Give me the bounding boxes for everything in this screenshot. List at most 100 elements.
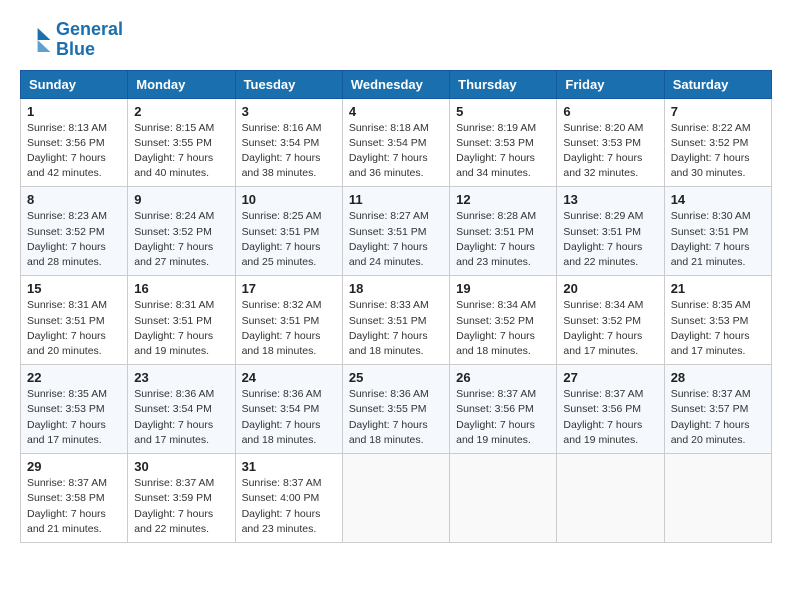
day-number: 18 [349, 281, 443, 296]
calendar-cell: 17 Sunrise: 8:32 AM Sunset: 3:51 PM Dayl… [235, 276, 342, 365]
logo: General Blue [20, 20, 123, 60]
day-number: 14 [671, 192, 765, 207]
calendar-cell: 2 Sunrise: 8:15 AM Sunset: 3:55 PM Dayli… [128, 98, 235, 187]
day-number: 20 [563, 281, 657, 296]
calendar-cell: 9 Sunrise: 8:24 AM Sunset: 3:52 PM Dayli… [128, 187, 235, 276]
day-info: Sunrise: 8:36 AM Sunset: 3:54 PM Dayligh… [134, 387, 228, 448]
calendar-cell: 31 Sunrise: 8:37 AM Sunset: 4:00 PM Dayl… [235, 454, 342, 543]
calendar-cell: 16 Sunrise: 8:31 AM Sunset: 3:51 PM Dayl… [128, 276, 235, 365]
logo-text: General Blue [56, 20, 123, 60]
day-info: Sunrise: 8:36 AM Sunset: 3:54 PM Dayligh… [242, 387, 336, 448]
day-number: 10 [242, 192, 336, 207]
calendar-cell: 25 Sunrise: 8:36 AM Sunset: 3:55 PM Dayl… [342, 365, 449, 454]
day-number: 3 [242, 104, 336, 119]
calendar-week-row: 15 Sunrise: 8:31 AM Sunset: 3:51 PM Dayl… [21, 276, 772, 365]
calendar-cell: 12 Sunrise: 8:28 AM Sunset: 3:51 PM Dayl… [450, 187, 557, 276]
calendar-cell: 6 Sunrise: 8:20 AM Sunset: 3:53 PM Dayli… [557, 98, 664, 187]
day-number: 29 [27, 459, 121, 474]
day-info: Sunrise: 8:37 AM Sunset: 3:58 PM Dayligh… [27, 476, 121, 537]
day-number: 27 [563, 370, 657, 385]
calendar-week-row: 8 Sunrise: 8:23 AM Sunset: 3:52 PM Dayli… [21, 187, 772, 276]
calendar-cell: 26 Sunrise: 8:37 AM Sunset: 3:56 PM Dayl… [450, 365, 557, 454]
day-info: Sunrise: 8:37 AM Sunset: 3:59 PM Dayligh… [134, 476, 228, 537]
day-info: Sunrise: 8:20 AM Sunset: 3:53 PM Dayligh… [563, 121, 657, 182]
day-info: Sunrise: 8:16 AM Sunset: 3:54 PM Dayligh… [242, 121, 336, 182]
calendar-cell: 29 Sunrise: 8:37 AM Sunset: 3:58 PM Dayl… [21, 454, 128, 543]
day-info: Sunrise: 8:29 AM Sunset: 3:51 PM Dayligh… [563, 209, 657, 270]
weekday-header: Saturday [664, 70, 771, 98]
calendar-cell: 7 Sunrise: 8:22 AM Sunset: 3:52 PM Dayli… [664, 98, 771, 187]
day-number: 8 [27, 192, 121, 207]
day-info: Sunrise: 8:34 AM Sunset: 3:52 PM Dayligh… [563, 298, 657, 359]
weekday-header: Wednesday [342, 70, 449, 98]
weekday-header: Monday [128, 70, 235, 98]
day-info: Sunrise: 8:37 AM Sunset: 4:00 PM Dayligh… [242, 476, 336, 537]
weekday-header: Sunday [21, 70, 128, 98]
calendar-cell: 15 Sunrise: 8:31 AM Sunset: 3:51 PM Dayl… [21, 276, 128, 365]
day-number: 7 [671, 104, 765, 119]
weekday-header: Tuesday [235, 70, 342, 98]
weekday-header: Friday [557, 70, 664, 98]
day-number: 15 [27, 281, 121, 296]
calendar-cell: 19 Sunrise: 8:34 AM Sunset: 3:52 PM Dayl… [450, 276, 557, 365]
weekday-header: Thursday [450, 70, 557, 98]
day-info: Sunrise: 8:31 AM Sunset: 3:51 PM Dayligh… [134, 298, 228, 359]
day-info: Sunrise: 8:30 AM Sunset: 3:51 PM Dayligh… [671, 209, 765, 270]
calendar-cell: 8 Sunrise: 8:23 AM Sunset: 3:52 PM Dayli… [21, 187, 128, 276]
calendar-week-row: 29 Sunrise: 8:37 AM Sunset: 3:58 PM Dayl… [21, 454, 772, 543]
calendar-cell: 30 Sunrise: 8:37 AM Sunset: 3:59 PM Dayl… [128, 454, 235, 543]
calendar-cell: 14 Sunrise: 8:30 AM Sunset: 3:51 PM Dayl… [664, 187, 771, 276]
day-info: Sunrise: 8:28 AM Sunset: 3:51 PM Dayligh… [456, 209, 550, 270]
day-number: 17 [242, 281, 336, 296]
day-number: 21 [671, 281, 765, 296]
calendar-cell: 11 Sunrise: 8:27 AM Sunset: 3:51 PM Dayl… [342, 187, 449, 276]
day-number: 6 [563, 104, 657, 119]
day-info: Sunrise: 8:13 AM Sunset: 3:56 PM Dayligh… [27, 121, 121, 182]
calendar-cell: 3 Sunrise: 8:16 AM Sunset: 3:54 PM Dayli… [235, 98, 342, 187]
day-info: Sunrise: 8:18 AM Sunset: 3:54 PM Dayligh… [349, 121, 443, 182]
day-info: Sunrise: 8:37 AM Sunset: 3:57 PM Dayligh… [671, 387, 765, 448]
day-number: 1 [27, 104, 121, 119]
day-number: 2 [134, 104, 228, 119]
calendar-cell [342, 454, 449, 543]
day-info: Sunrise: 8:27 AM Sunset: 3:51 PM Dayligh… [349, 209, 443, 270]
calendar-cell: 5 Sunrise: 8:19 AM Sunset: 3:53 PM Dayli… [450, 98, 557, 187]
calendar-cell [664, 454, 771, 543]
day-info: Sunrise: 8:32 AM Sunset: 3:51 PM Dayligh… [242, 298, 336, 359]
day-number: 16 [134, 281, 228, 296]
day-number: 11 [349, 192, 443, 207]
day-info: Sunrise: 8:36 AM Sunset: 3:55 PM Dayligh… [349, 387, 443, 448]
day-number: 28 [671, 370, 765, 385]
day-number: 19 [456, 281, 550, 296]
calendar-week-row: 1 Sunrise: 8:13 AM Sunset: 3:56 PM Dayli… [21, 98, 772, 187]
day-info: Sunrise: 8:24 AM Sunset: 3:52 PM Dayligh… [134, 209, 228, 270]
logo-icon [20, 24, 52, 56]
day-number: 13 [563, 192, 657, 207]
day-number: 22 [27, 370, 121, 385]
calendar-cell: 21 Sunrise: 8:35 AM Sunset: 3:53 PM Dayl… [664, 276, 771, 365]
day-number: 31 [242, 459, 336, 474]
page-header: General Blue [20, 20, 772, 60]
calendar-cell: 18 Sunrise: 8:33 AM Sunset: 3:51 PM Dayl… [342, 276, 449, 365]
calendar-cell: 28 Sunrise: 8:37 AM Sunset: 3:57 PM Dayl… [664, 365, 771, 454]
calendar-cell: 22 Sunrise: 8:35 AM Sunset: 3:53 PM Dayl… [21, 365, 128, 454]
calendar-week-row: 22 Sunrise: 8:35 AM Sunset: 3:53 PM Dayl… [21, 365, 772, 454]
day-info: Sunrise: 8:37 AM Sunset: 3:56 PM Dayligh… [563, 387, 657, 448]
day-number: 30 [134, 459, 228, 474]
day-info: Sunrise: 8:37 AM Sunset: 3:56 PM Dayligh… [456, 387, 550, 448]
calendar-cell: 23 Sunrise: 8:36 AM Sunset: 3:54 PM Dayl… [128, 365, 235, 454]
day-number: 26 [456, 370, 550, 385]
day-number: 9 [134, 192, 228, 207]
calendar-cell: 4 Sunrise: 8:18 AM Sunset: 3:54 PM Dayli… [342, 98, 449, 187]
day-info: Sunrise: 8:35 AM Sunset: 3:53 PM Dayligh… [27, 387, 121, 448]
calendar-cell: 13 Sunrise: 8:29 AM Sunset: 3:51 PM Dayl… [557, 187, 664, 276]
calendar-cell: 1 Sunrise: 8:13 AM Sunset: 3:56 PM Dayli… [21, 98, 128, 187]
calendar-cell [557, 454, 664, 543]
day-info: Sunrise: 8:15 AM Sunset: 3:55 PM Dayligh… [134, 121, 228, 182]
day-number: 25 [349, 370, 443, 385]
day-number: 12 [456, 192, 550, 207]
day-info: Sunrise: 8:22 AM Sunset: 3:52 PM Dayligh… [671, 121, 765, 182]
day-info: Sunrise: 8:33 AM Sunset: 3:51 PM Dayligh… [349, 298, 443, 359]
calendar-cell: 20 Sunrise: 8:34 AM Sunset: 3:52 PM Dayl… [557, 276, 664, 365]
day-info: Sunrise: 8:35 AM Sunset: 3:53 PM Dayligh… [671, 298, 765, 359]
